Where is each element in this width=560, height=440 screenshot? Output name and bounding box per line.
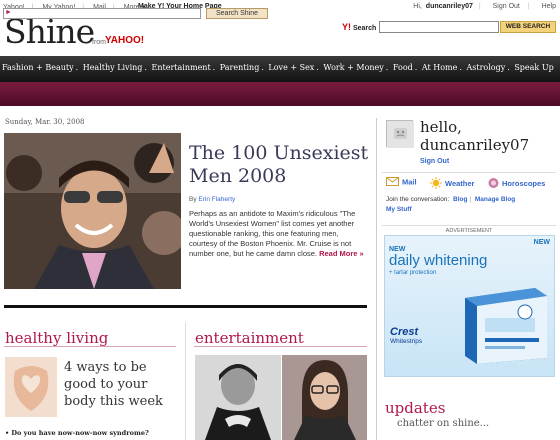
right-column-border [376, 118, 377, 440]
healthy-living-bullet[interactable]: • Do you have now-now-now syndrome? [5, 429, 149, 437]
sidebar-rule [382, 172, 556, 173]
nav-healthy-living[interactable]: Healthy Living [83, 63, 143, 72]
ad-new-badge: NEW [533, 239, 550, 246]
feature-title[interactable]: The 100 Unsexiest Men 2008 [189, 142, 369, 188]
web-search-input[interactable] [379, 21, 499, 33]
greeting-text: Hi, [413, 3, 422, 10]
my-stuff-link[interactable]: My Stuff [386, 206, 412, 213]
feature-byline: By Erin Flaherty [189, 196, 236, 203]
nav-work-money[interactable]: Work + Money [323, 63, 383, 72]
sun-icon [430, 177, 442, 191]
search-arrow-icon: ► [5, 9, 12, 16]
section-divider [4, 305, 367, 308]
ad-subheadline: + tartar protection [389, 270, 437, 276]
nav-love-sex[interactable]: Love + Sex [268, 63, 314, 72]
main-nav: Fashion + Beauty. Healthy Living. Entert… [0, 56, 560, 82]
blog-link[interactable]: Blog [453, 196, 467, 203]
ad-product-box [455, 278, 550, 364]
nav-entertainment[interactable]: Entertainment [152, 63, 211, 72]
nav-speak-up[interactable]: Speak Up [514, 63, 553, 72]
shine-search-bar [0, 82, 560, 106]
join-conversation: Join the conversation: Blog | Manage Blo… [386, 196, 516, 203]
healthy-living-story-title[interactable]: 4 ways to be good to your body this week [64, 359, 179, 410]
nav-astrology[interactable]: Astrology [466, 63, 505, 72]
logo-from-text: from [92, 39, 106, 46]
shine-search-button[interactable]: Search Shine [206, 8, 268, 19]
healthy-living-thumbnail[interactable] [5, 357, 57, 417]
shine-search-input[interactable] [3, 8, 201, 19]
avatar[interactable] [386, 120, 414, 148]
ad-product-name: Whitestrips [390, 338, 423, 345]
service-weather[interactable]: Weather [430, 177, 474, 191]
updates-subheading: chatter on shine... [397, 418, 490, 429]
entertainment-rule [194, 346, 367, 347]
crest-ad-banner[interactable]: NEW NEW daily whitening + tartar protect… [384, 235, 555, 377]
feature-body: Perhaps as an antidote to Maxim's ridicu… [189, 209, 364, 258]
column-divider [185, 322, 186, 440]
sign-out-link[interactable]: Sign Out [493, 3, 520, 10]
mail-icon [386, 177, 399, 188]
service-mail[interactable]: Mail [386, 177, 417, 188]
sidebar-sign-out-link[interactable]: Sign Out [420, 158, 449, 165]
advertisement-label: ADVERTISEMENT [445, 228, 493, 234]
yahoo-search-brand: Y! Search [342, 22, 377, 32]
ad-headline: daily whitening [389, 252, 488, 269]
healthy-living-rule [4, 346, 176, 347]
entertainment-heading[interactable]: entertainment [195, 329, 304, 347]
date-label: Sunday, Mar. 30, 2008 [5, 118, 85, 126]
horoscope-icon [488, 177, 499, 191]
entertainment-photo-1[interactable] [195, 355, 281, 440]
username-text: duncanriley07 [425, 3, 473, 10]
yahoo-y-icon: Y! [342, 22, 351, 32]
ad-brand: Crest [390, 326, 419, 338]
nav-fashion-beauty[interactable]: Fashion + Beauty [2, 63, 74, 72]
nav-food[interactable]: Food [393, 63, 413, 72]
entertainment-photo-2[interactable] [282, 355, 367, 440]
manage-blog-link[interactable]: Manage Blog [475, 196, 515, 203]
yahoo-logo: YAHOO! [105, 35, 145, 46]
healthy-living-heading[interactable]: healthy living [5, 329, 108, 347]
service-horoscopes[interactable]: Horoscopes [488, 177, 545, 191]
feature-photo[interactable] [4, 133, 181, 289]
author-link[interactable]: Erin Flaherty [198, 196, 235, 203]
nav-at-home[interactable]: At Home [422, 63, 458, 72]
updates-heading[interactable]: updates [385, 399, 445, 417]
read-more-link[interactable]: Read More » [319, 249, 364, 258]
nav-parenting[interactable]: Parenting [220, 63, 260, 72]
ad-top-rule [382, 225, 556, 226]
profile-greeting: hello, duncanriley07 [420, 118, 530, 154]
web-search-button[interactable]: WEB SEARCH [500, 21, 556, 33]
profile-username: duncanriley07 [420, 136, 530, 154]
help-link[interactable]: Help [542, 3, 556, 10]
